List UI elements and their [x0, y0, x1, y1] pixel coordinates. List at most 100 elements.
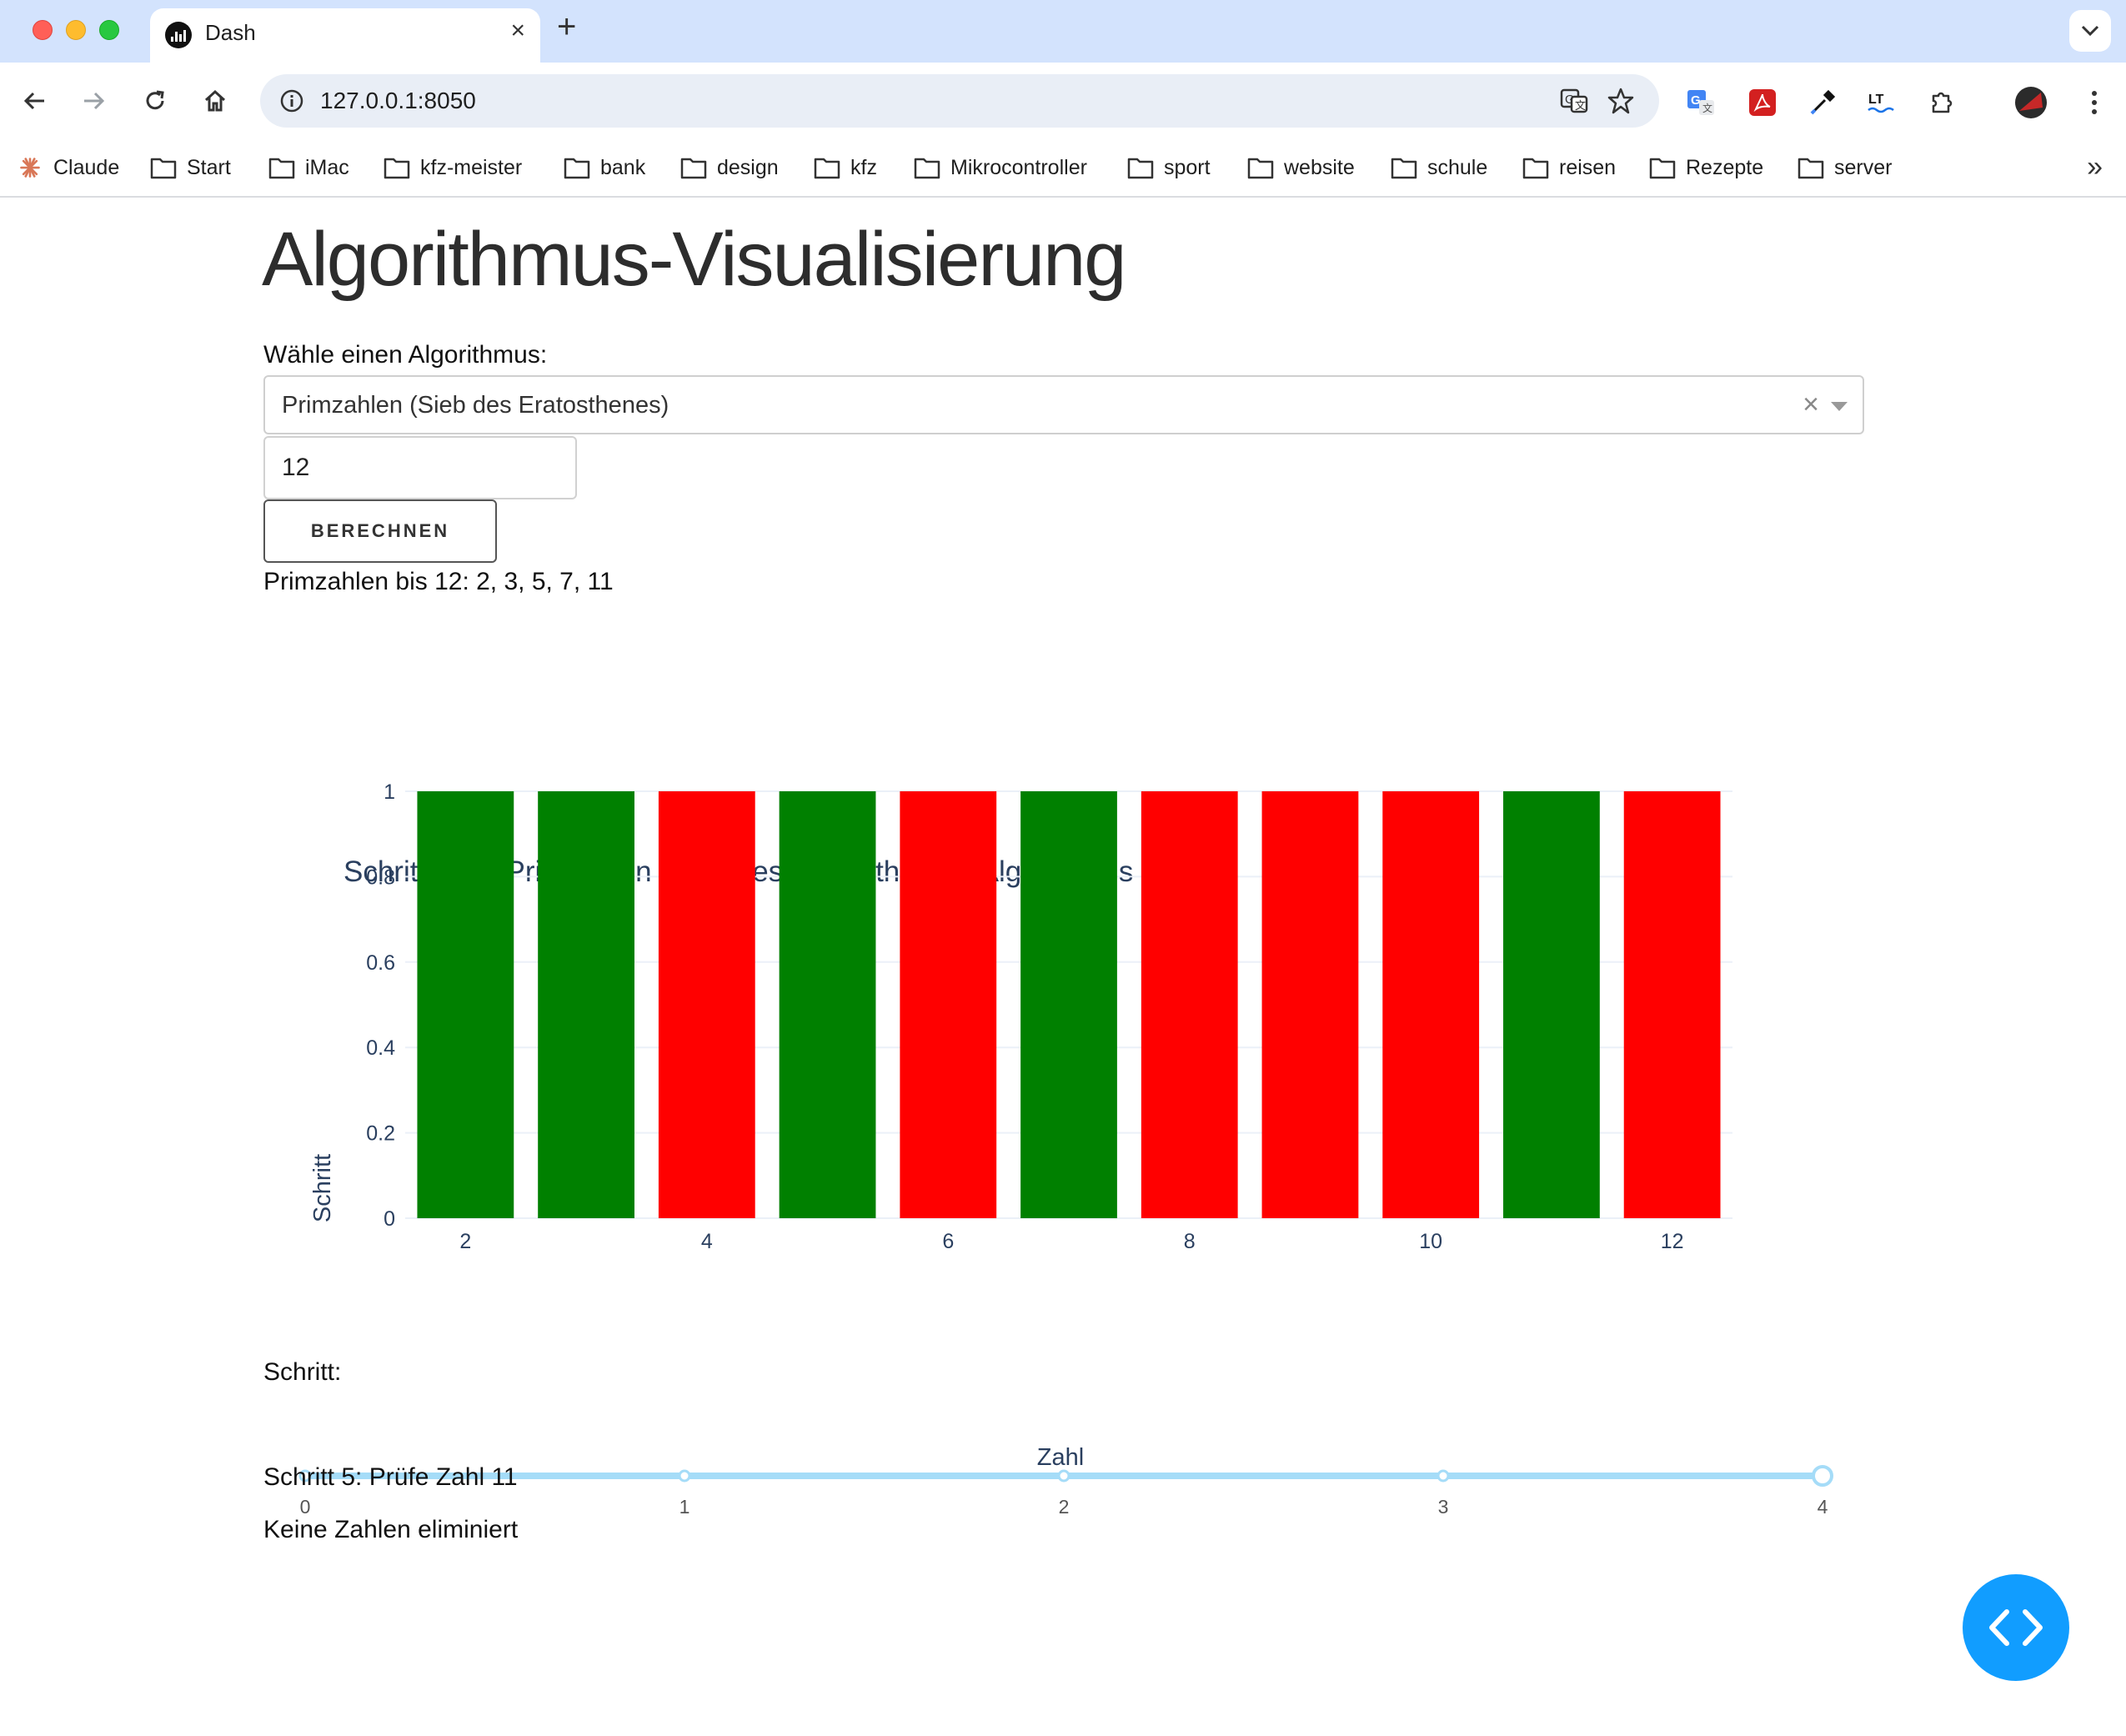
bookmark-folder[interactable]: Start	[150, 151, 231, 184]
folder-icon	[384, 158, 410, 179]
svg-text:G: G	[1691, 93, 1701, 108]
slider-mark-label[interactable]: 0	[300, 1496, 311, 1518]
folder-icon	[564, 158, 590, 179]
chevron-down-icon	[2081, 25, 2099, 37]
address-bar[interactable]: 127.0.0.1:8050 G文	[260, 74, 1659, 128]
bookmark-folder[interactable]: server	[1798, 151, 1892, 184]
number-input[interactable]	[263, 436, 577, 499]
bar-12[interactable]	[1623, 791, 1721, 1218]
acrobat-icon[interactable]	[1746, 86, 1779, 119]
algorithm-select-label: Wähle einen Algorithmus:	[263, 341, 548, 369]
slider-svg[interactable]: 0 1 2 3 4	[263, 1390, 1864, 1518]
minimize-window-button[interactable]	[66, 20, 86, 40]
folder-icon	[1798, 158, 1824, 179]
google-translate-icon[interactable]: G文	[1684, 86, 1717, 119]
result-text: Primzahlen bis 12: 2, 3, 5, 7, 11	[263, 568, 614, 595]
bookmark-claude[interactable]: Claude	[17, 151, 119, 184]
bookmark-folder[interactable]: Rezepte	[1649, 151, 1763, 184]
bar-3[interactable]	[538, 791, 634, 1218]
folder-icon	[914, 158, 940, 179]
app-page: Algorithmus-Visualisierung Wähle einen A…	[0, 198, 2126, 1736]
bookmark-folder[interactable]: iMac	[268, 151, 349, 184]
y-tick-label: 1	[384, 780, 395, 804]
bar-10[interactable]	[1382, 791, 1480, 1218]
bookmark-folder[interactable]: reisen	[1522, 151, 1616, 184]
folder-icon	[1127, 158, 1154, 179]
bookmark-folder[interactable]: schule	[1391, 151, 1487, 184]
slider-handle[interactable]	[1812, 1465, 1833, 1487]
step-description: Schritt 5: Prüfe Zahl 11	[263, 1463, 518, 1491]
dropdown-arrow-icon[interactable]	[1831, 402, 1848, 411]
bookmarks-overflow-icon[interactable]: »	[2087, 151, 2103, 183]
languagetool-icon[interactable]: LT	[1864, 86, 1898, 119]
bookmark-folder[interactable]: kfz	[814, 151, 877, 184]
close-window-button[interactable]	[33, 20, 53, 40]
bookmark-folder[interactable]: website	[1247, 151, 1355, 184]
steps-chart: Schritte des Primzahlen (Sieb des Eratos…	[263, 631, 1864, 1507]
eyedropper-icon[interactable]	[1806, 86, 1839, 119]
bar-8[interactable]	[1141, 791, 1238, 1218]
close-tab-icon[interactable]: ×	[510, 18, 525, 43]
bookmark-star-icon[interactable]	[1606, 86, 1636, 116]
slider-dot[interactable]	[1057, 1469, 1071, 1483]
calculate-button[interactable]: BERECHNEN	[263, 499, 497, 563]
kebab-menu-icon[interactable]	[2078, 86, 2111, 119]
browser-toolbar: 127.0.0.1:8050 G文 G文 LT	[0, 63, 2126, 139]
forward-button[interactable]	[73, 81, 113, 121]
new-tab-button[interactable]: +	[557, 10, 576, 43]
browser-tab-active[interactable]: Dash ×	[150, 8, 540, 63]
url-text[interactable]: 127.0.0.1:8050	[320, 88, 476, 114]
site-info-icon[interactable]	[273, 83, 310, 119]
x-tick-label: 8	[1184, 1230, 1196, 1253]
bar-7[interactable]	[1020, 791, 1117, 1218]
translate-page-icon[interactable]: G文	[1559, 86, 1589, 116]
slider-mark-label[interactable]: 4	[1818, 1496, 1828, 1518]
zoom-window-button[interactable]	[99, 20, 119, 40]
slider-dot[interactable]	[1437, 1469, 1450, 1483]
bookmark-folder[interactable]: design	[680, 151, 779, 184]
dash-debug-menu-button[interactable]	[1963, 1574, 2069, 1681]
bookmark-folder[interactable]: sport	[1127, 151, 1211, 184]
step-slider[interactable]: 0 1 2 3 4	[263, 1390, 1864, 1518]
folder-icon	[1649, 158, 1676, 179]
bar-4[interactable]	[658, 791, 755, 1218]
tab-strip: Dash × +	[0, 0, 2126, 63]
tab-title: Dash	[205, 20, 256, 45]
x-tick-label: 10	[1419, 1230, 1442, 1253]
bar-9[interactable]	[1261, 791, 1359, 1218]
claude-spark-icon	[20, 158, 40, 178]
folder-icon	[814, 158, 840, 179]
y-tick-label: 0	[384, 1207, 395, 1231]
slider-mark-label[interactable]: 2	[1059, 1496, 1070, 1518]
x-tick-label: 12	[1661, 1230, 1684, 1253]
y-tick-label: 0.8	[366, 865, 395, 889]
slider-mark-label[interactable]: 1	[679, 1496, 690, 1518]
bookmark-folder[interactable]: bank	[564, 151, 645, 184]
reload-button[interactable]	[135, 81, 175, 121]
home-button[interactable]	[195, 81, 235, 121]
bookmark-folder[interactable]: kfz-meister	[384, 151, 522, 184]
profile-avatar[interactable]	[2014, 86, 2048, 119]
slider-mark-label[interactable]: 3	[1438, 1496, 1449, 1518]
arrow-left-icon	[23, 92, 44, 110]
eliminated-text: Keine Zahlen eliminiert	[263, 1516, 519, 1543]
puzzle-icon[interactable]	[1926, 86, 1959, 119]
y-tick-label: 0.6	[366, 951, 395, 975]
arrow-right-icon	[84, 92, 105, 110]
bar-chart-svg: Schritte des Primzahlen (Sieb des Eratos…	[309, 780, 1732, 1471]
bar-5[interactable]	[779, 791, 876, 1218]
bar-2[interactable]	[417, 791, 514, 1218]
bar-6[interactable]	[900, 791, 997, 1218]
y-tick-label: 0.2	[366, 1122, 395, 1146]
slider-dot[interactable]	[678, 1469, 691, 1483]
algorithm-dropdown[interactable]: Primzahlen (Sieb des Eratosthenes) ×	[263, 375, 1864, 434]
x-tick-label: 6	[942, 1230, 954, 1253]
bookmark-folder[interactable]: Mikrocontroller	[914, 151, 1087, 184]
clear-selection-icon[interactable]: ×	[1803, 389, 1819, 421]
bar-11[interactable]	[1503, 791, 1600, 1218]
tab-search-button[interactable]	[2069, 10, 2111, 52]
slider-label: Schritt:	[263, 1358, 342, 1386]
folder-icon	[1391, 158, 1417, 179]
dash-favicon-icon	[165, 22, 192, 48]
back-button[interactable]	[15, 81, 55, 121]
